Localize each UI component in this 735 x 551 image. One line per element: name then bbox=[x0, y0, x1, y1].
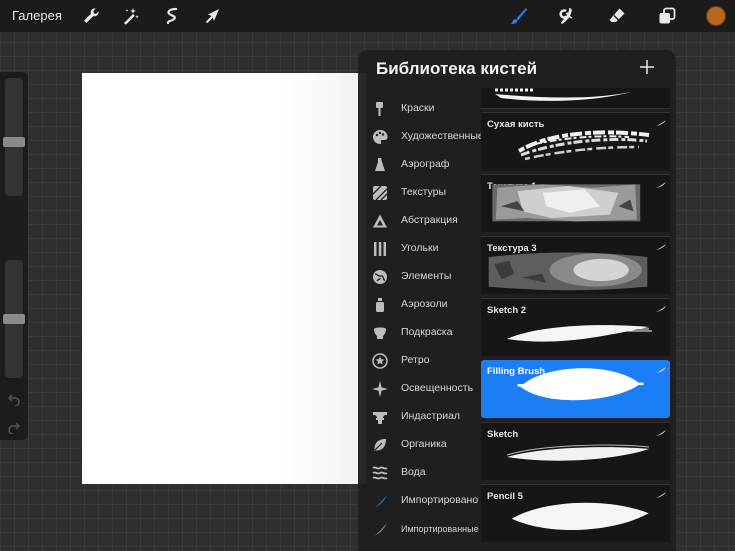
set-label: Освещенность bbox=[401, 382, 474, 394]
brush-stroke-preview bbox=[499, 311, 665, 353]
set-item-organika[interactable]: Органика bbox=[358, 431, 480, 459]
set-label: Аэрограф bbox=[401, 158, 450, 170]
set-item-tekstury[interactable]: Текстуры bbox=[358, 179, 480, 207]
set-item-elementy[interactable]: Элементы bbox=[358, 263, 480, 291]
brush-item-texture-1[interactable]: Текстура 1 bbox=[481, 174, 670, 232]
gallery-button[interactable]: Галерея bbox=[12, 8, 62, 23]
set-item-podkraska[interactable]: Подкраска bbox=[358, 319, 480, 347]
brush-library-panel: Библиотека кистей Краски Художественные … bbox=[358, 50, 676, 551]
top-toolbar: Галерея bbox=[0, 0, 735, 32]
color-swatch[interactable] bbox=[706, 6, 726, 26]
imported-stroke-icon bbox=[372, 493, 388, 509]
set-label: Импортированные bbox=[401, 524, 479, 534]
set-item-khudozhestvennye[interactable]: Художественные bbox=[358, 123, 484, 151]
texture-icon bbox=[372, 185, 388, 201]
set-label: Ретро bbox=[401, 354, 430, 366]
spray-can-icon bbox=[372, 297, 388, 313]
set-item-retro[interactable]: Ретро bbox=[358, 347, 480, 375]
set-item-abstraktsiya[interactable]: Абстракция bbox=[358, 207, 480, 235]
redo-icon[interactable] bbox=[7, 420, 21, 435]
transform-arrow-icon[interactable] bbox=[203, 6, 223, 26]
undo-icon[interactable] bbox=[7, 392, 21, 407]
opacity-thumb[interactable] bbox=[3, 314, 25, 324]
brush-sets-list: Краски Художественные Аэрограф Текстуры … bbox=[358, 95, 484, 543]
panel-title: Библиотека кистей bbox=[376, 59, 538, 78]
set-item-voda[interactable]: Вода bbox=[358, 459, 480, 487]
leaf-icon bbox=[372, 437, 388, 453]
set-item-aerograf[interactable]: Аэрограф bbox=[358, 151, 480, 179]
charcoal-icon bbox=[372, 241, 388, 257]
sponge-icon bbox=[372, 325, 388, 341]
eraser-icon[interactable] bbox=[607, 6, 627, 26]
magic-wand-icon[interactable] bbox=[120, 6, 140, 26]
selection-icon[interactable] bbox=[162, 6, 182, 26]
set-label: Индастриал bbox=[401, 410, 461, 422]
brush-item-sketch[interactable]: Sketch bbox=[481, 422, 670, 480]
brush-stroke-preview bbox=[499, 495, 665, 541]
brush-icon[interactable] bbox=[508, 6, 528, 26]
brush-stroke-preview bbox=[499, 362, 665, 416]
sparkle-icon bbox=[372, 381, 388, 397]
set-item-kraski[interactable]: Краски bbox=[358, 95, 480, 123]
brush-item-sketch-2[interactable]: Sketch 2 bbox=[481, 298, 670, 356]
wrench-icon[interactable] bbox=[81, 6, 101, 26]
waves-icon bbox=[372, 465, 388, 481]
airbrush-icon bbox=[372, 157, 388, 173]
layers-icon[interactable] bbox=[657, 6, 677, 26]
triangle-icon bbox=[372, 213, 388, 229]
set-label: Краски bbox=[401, 102, 435, 114]
brush-item-dry[interactable]: Сухая кисть bbox=[481, 112, 670, 170]
set-label: Текстуры bbox=[401, 186, 447, 198]
brush-stroke-preview bbox=[485, 249, 665, 293]
star-badge-icon bbox=[372, 353, 388, 369]
smudge-icon[interactable] bbox=[557, 6, 577, 26]
brush-size-slider[interactable] bbox=[3, 78, 25, 196]
set-item-aerozoli[interactable]: Аэрозоли bbox=[358, 291, 480, 319]
left-sidebar bbox=[0, 72, 28, 440]
brush-list: Сухая кисть Текстура 1 bbox=[480, 88, 672, 551]
opacity-slider[interactable] bbox=[3, 260, 25, 378]
set-label: Аэрозоли bbox=[401, 298, 448, 310]
set-label: Органика bbox=[401, 438, 447, 450]
paint-brush-icon bbox=[372, 101, 388, 117]
set-item-importirovano[interactable]: Импортировано bbox=[358, 487, 480, 515]
set-label: Импортировано bbox=[401, 494, 479, 506]
set-item-importirovannye[interactable]: Импортированные bbox=[358, 515, 480, 543]
set-label: Угольки bbox=[401, 242, 439, 254]
brush-stroke-preview bbox=[499, 125, 665, 167]
brush-size-thumb[interactable] bbox=[3, 137, 25, 147]
set-item-osveshchennost[interactable]: Освещенность bbox=[358, 375, 480, 403]
imported-stroke-icon bbox=[372, 521, 388, 537]
set-label: Вода bbox=[401, 466, 426, 478]
brush-item-filling-brush[interactable]: Filling Brush bbox=[481, 360, 670, 418]
brush-item-partial[interactable] bbox=[481, 88, 670, 109]
drawing-canvas[interactable] bbox=[82, 73, 366, 484]
brush-item-pencil-5[interactable]: Pencil 5 bbox=[481, 484, 670, 542]
plus-icon[interactable] bbox=[639, 59, 655, 75]
globe-icon bbox=[372, 269, 388, 285]
anvil-icon bbox=[372, 409, 388, 425]
set-item-industrial[interactable]: Индастриал bbox=[358, 403, 480, 431]
set-label: Художественные bbox=[401, 130, 484, 142]
brush-stroke-preview bbox=[485, 181, 665, 231]
set-label: Элементы bbox=[401, 270, 452, 282]
brush-stroke-preview bbox=[499, 435, 665, 477]
set-label: Абстракция bbox=[401, 214, 458, 226]
brush-item-texture-3[interactable]: Текстура 3 bbox=[481, 236, 670, 294]
set-label: Подкраска bbox=[401, 326, 453, 338]
palette-icon bbox=[372, 129, 388, 145]
set-item-ugolki[interactable]: Угольки bbox=[358, 235, 480, 263]
